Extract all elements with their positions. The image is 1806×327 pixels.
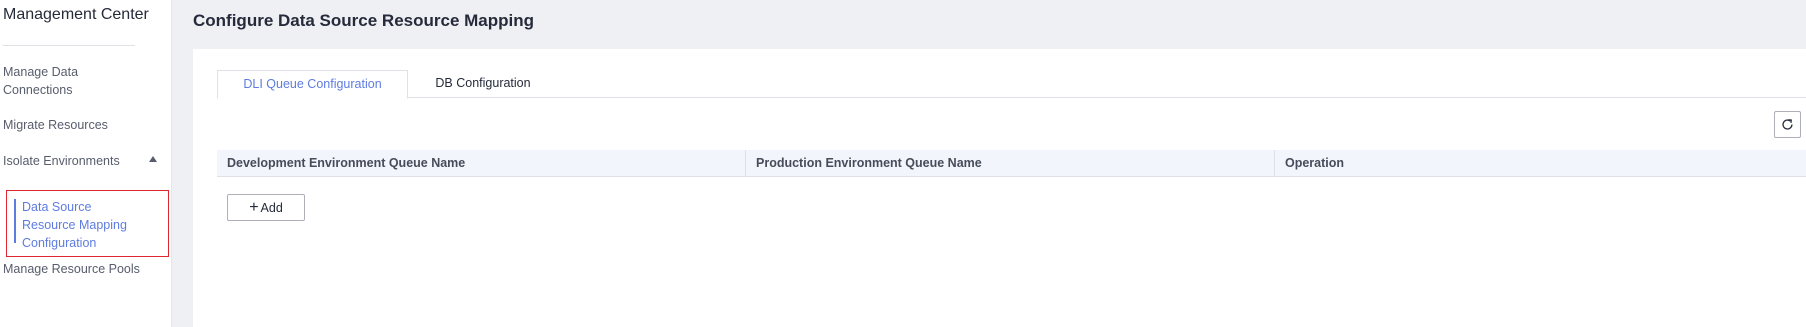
column-header-prod-queue: Production Environment Queue Name (746, 150, 1275, 177)
page-title: Configure Data Source Resource Mapping (193, 11, 534, 30)
sidebar-item-label: Isolate Environments (3, 154, 120, 168)
sidebar-item-manage-data-connections[interactable]: Manage Data Connections (3, 63, 113, 99)
sidebar-item-label: Data Source Resource Mapping Configurati… (22, 200, 127, 250)
sidebar-divider (3, 45, 135, 46)
sidebar-item-isolate-environments[interactable]: Isolate Environments (3, 152, 163, 170)
active-indicator (14, 199, 16, 243)
column-header-operation: Operation (1285, 156, 1345, 170)
sidebar: Management Center Manage Data Connection… (0, 0, 172, 327)
add-button-label: Add (260, 200, 283, 215)
main-panel: DLI Queue Configuration DB Configuration… (193, 49, 1806, 327)
caret-up-icon (149, 156, 157, 162)
sidebar-item-data-source-resource-mapping[interactable]: Data Source Resource Mapping Configurati… (6, 190, 169, 257)
sidebar-item-manage-resource-pools[interactable]: Manage Resource Pools (3, 260, 140, 278)
sidebar-title: Management Center (3, 6, 149, 23)
plus-icon: + (249, 198, 259, 216)
refresh-icon (1782, 119, 1793, 130)
tab-dli-queue-configuration[interactable]: DLI Queue Configuration (217, 70, 408, 99)
table-header: Development Environment Queue Name Produ… (217, 150, 1806, 177)
sidebar-item-migrate-resources[interactable]: Migrate Resources (3, 116, 108, 134)
refresh-button[interactable] (1774, 111, 1801, 138)
add-button[interactable]: + Add (227, 194, 305, 221)
tab-bar: DLI Queue Configuration DB Configuration (217, 70, 1806, 99)
tab-db-configuration[interactable]: DB Configuration (408, 70, 558, 99)
column-header-dev-queue: Development Environment Queue Name (217, 150, 746, 177)
